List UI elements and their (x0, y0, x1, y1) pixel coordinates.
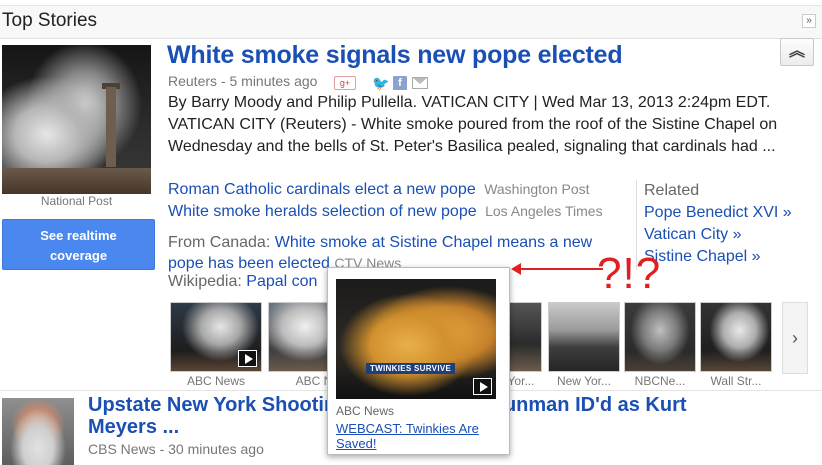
realtime-coverage-button[interactable]: See realtime coverage (2, 219, 155, 270)
roof (2, 168, 151, 194)
related-topics: Related Pope Benedict XVI » Vatican City… (636, 180, 816, 270)
canada-prefix: From Canada: (168, 234, 271, 251)
related-article-source: Washington Post (484, 181, 590, 197)
annotation-arrow (511, 263, 603, 275)
next-media-button[interactable]: › (782, 302, 808, 374)
related-article-title[interactable]: White smoke heralds selection of new pop… (168, 203, 477, 220)
wikipedia-line: Wikipedia: Papal con (168, 273, 317, 291)
source-name: Reuters (168, 73, 218, 89)
story2-headline-line2[interactable]: Meyers ... (88, 416, 179, 438)
video-source: Wall Str... (710, 374, 762, 388)
expand-arrows-icon[interactable]: » (802, 14, 816, 28)
story-image[interactable] (2, 45, 151, 194)
related-article-source: Los Angeles Times (485, 203, 603, 219)
popup-video-thumbnail[interactable]: TWINKIES SURVIVE (336, 279, 496, 399)
related-topic-link[interactable]: Vatican City » (644, 224, 816, 246)
story2-source-time: 30 minutes ago (168, 441, 264, 457)
video-thumbnail[interactable] (170, 302, 262, 372)
related-article[interactable]: Roman Catholic cardinals elect a new pop… (168, 181, 590, 199)
gplus-icon[interactable]: g+ (334, 76, 356, 90)
story2-headline-part1[interactable]: Upstate New York Shootin (88, 394, 336, 416)
video-thumbnail[interactable] (548, 302, 620, 372)
play-icon[interactable] (238, 350, 257, 367)
popup-source: ABC News (336, 404, 395, 418)
facebook-icon[interactable]: f (393, 76, 407, 90)
realtime-label-line1: See realtime (40, 228, 117, 243)
section-title: Top Stories (2, 10, 98, 31)
video-thumbnail[interactable] (624, 302, 696, 372)
popup-banner: TWINKIES SURVIVE (366, 363, 456, 374)
annotation-text: ?!? (597, 249, 662, 298)
related-title: Related (644, 182, 700, 199)
video-source: New Yor... (556, 374, 612, 388)
video-thumbnail[interactable] (700, 302, 772, 372)
story2-source-name: CBS News (88, 441, 156, 457)
popup-video-link[interactable]: WEBCAST: Twinkies Are Saved! (336, 421, 506, 451)
chevron-right-icon: › (792, 328, 798, 348)
related-article[interactable]: White smoke heralds selection of new pop… (168, 203, 603, 221)
story-source: Reuters - 5 minutes ago (168, 73, 318, 89)
realtime-label-line2: coverage (49, 248, 108, 263)
play-icon[interactable] (473, 378, 492, 395)
story-headline[interactable]: White smoke signals new pope elected (167, 41, 623, 70)
related-topic-link[interactable]: Sistine Chapel » (644, 246, 816, 268)
story2-source: CBS News - 30 minutes ago (88, 441, 264, 457)
video-source: ABC News (186, 374, 245, 388)
double-chevron-up-icon: ︽ (788, 43, 805, 60)
chimney (106, 87, 116, 167)
wikipedia-prefix: Wikipedia: (168, 273, 242, 290)
related-topic-link[interactable]: Pope Benedict XVI » (644, 202, 816, 224)
video-source: NBCNe... (634, 374, 686, 388)
section-header: Top Stories » (0, 5, 822, 39)
collapse-button[interactable]: ︽ (780, 38, 814, 66)
email-icon[interactable] (412, 77, 428, 89)
story2-image[interactable] (2, 398, 74, 465)
wikipedia-link[interactable]: Papal con (246, 273, 317, 290)
twitter-icon[interactable]: 🐦 (372, 76, 389, 90)
source-time: 5 minutes ago (229, 73, 318, 89)
story-snippet: By Barry Moody and Philip Pullella. VATI… (168, 94, 778, 155)
video-hover-popup: TWINKIES SURVIVE ABC News WEBCAST: Twink… (327, 267, 510, 455)
related-article-title[interactable]: Roman Catholic cardinals elect a new pop… (168, 181, 476, 198)
image-credit: National Post (40, 194, 113, 208)
